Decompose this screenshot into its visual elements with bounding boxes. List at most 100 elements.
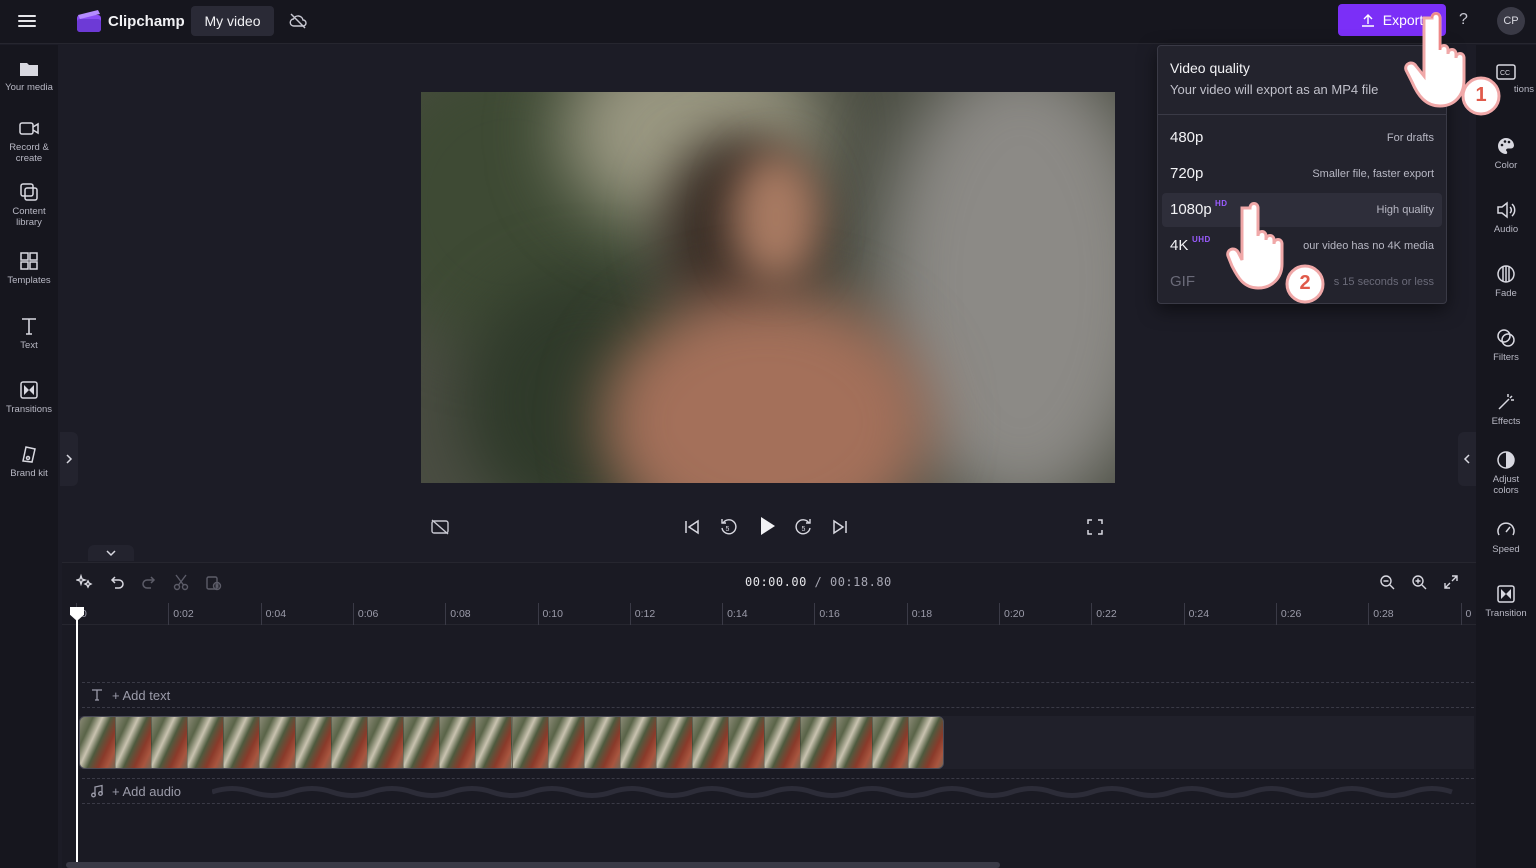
svg-text:5: 5	[802, 526, 806, 533]
skip-to-end-icon[interactable]	[828, 515, 852, 539]
sidebar-item-adjust-colors[interactable]: Adjust colors	[1476, 449, 1536, 496]
menu-icon[interactable]	[18, 12, 40, 32]
svg-text:5: 5	[726, 526, 730, 533]
redo-icon[interactable]	[138, 571, 160, 593]
expand-left-panel-button[interactable]	[60, 432, 78, 486]
current-time: 00:00.00	[745, 575, 807, 589]
clip-thumbnail	[260, 717, 297, 768]
clip-thumbnail	[476, 717, 513, 768]
total-time: 00:18.80	[829, 575, 892, 589]
sidebar-item-transition[interactable]: Transition	[1476, 583, 1536, 619]
sidebar-item-text[interactable]: Text	[0, 315, 58, 351]
clip-thumbnail	[800, 717, 837, 768]
sidebar-item-speed[interactable]: Speed	[1476, 519, 1536, 555]
audio-track[interactable]: + Add audio	[82, 778, 1474, 804]
sidebar-item-label: Color	[1494, 160, 1518, 171]
ruler-tick-label: 0:16	[819, 608, 840, 620]
sidebar-item-fade[interactable]: Fade	[1476, 263, 1536, 299]
video-clip[interactable]	[79, 716, 944, 769]
ruler-tick-label: 0:22	[1096, 608, 1117, 620]
option-resolution: GIF	[1170, 273, 1195, 290]
skip-to-start-icon[interactable]	[680, 515, 704, 539]
ruler-tick: 0:18	[906, 603, 932, 625]
video-preview[interactable]	[421, 92, 1115, 483]
fullscreen-icon[interactable]	[1083, 515, 1107, 539]
sidebar-item-record-create[interactable]: Record & create	[0, 119, 58, 164]
sidebar-item-effects[interactable]: Effects	[1476, 391, 1536, 427]
ruler-tick: 0:16	[814, 603, 840, 625]
zoom-in-icon[interactable]	[1408, 571, 1430, 593]
speaker-icon	[1497, 201, 1516, 219]
ruler-tick: 0:26	[1275, 603, 1301, 625]
clip-thumbnail	[548, 717, 585, 768]
sidebar-item-label: Your media	[5, 82, 53, 93]
sidebar-item-label: Audio	[1493, 224, 1519, 235]
play-icon[interactable]	[755, 514, 779, 538]
quality-option-720p[interactable]: 720p Smaller file, faster export	[1162, 157, 1442, 191]
ruler-tick-label: 0:10	[542, 608, 563, 620]
sidebar-item-label: Record & create	[9, 142, 49, 164]
option-resolution: 720p	[1170, 165, 1204, 182]
ruler-tick: 0:08	[445, 603, 471, 625]
ruler-tick-label: 0:08	[450, 608, 471, 620]
clip-thumbnail	[584, 717, 621, 768]
clip-thumbnail	[728, 717, 765, 768]
sidebar-item-label: Content library	[12, 206, 46, 228]
forward-5-icon[interactable]: 5	[792, 515, 816, 539]
menu-subtitle: Your video will export as an MP4 file	[1170, 82, 1379, 97]
ruler-tick-label: 0:28	[1373, 608, 1394, 620]
timeline-ruler[interactable]: 0 0:02 0:04 0:06 0:08 0:10 0:12 0:14 0:16 0:18 0:2…	[62, 603, 1476, 625]
clip-thumbnail	[332, 717, 369, 768]
sidebar-item-content-library[interactable]: Content library	[0, 181, 58, 228]
toggle-timeline-button[interactable]	[88, 545, 134, 561]
zoom-out-icon[interactable]	[1376, 571, 1398, 593]
templates-icon	[20, 252, 38, 270]
sidebar-item-your-media[interactable]: Your media	[0, 59, 58, 93]
speedometer-icon	[1497, 522, 1515, 536]
sidebar-item-filters[interactable]: Filters	[1476, 327, 1536, 363]
rewind-5-icon[interactable]: 5	[716, 515, 740, 539]
text-track[interactable]: + Add text	[82, 682, 1474, 708]
ruler-tick-label: 0:04	[265, 608, 287, 620]
option-resolution: 480p	[1170, 129, 1204, 146]
sidebar-item-label: Adjust colors	[1492, 474, 1520, 496]
project-title[interactable]: My video	[191, 6, 274, 36]
camera-icon	[19, 122, 39, 135]
sidebar-item-templates[interactable]: Templates	[0, 250, 58, 286]
timeline-scrollbar[interactable]	[66, 862, 1000, 868]
sidebar-item-brand-kit[interactable]: Brand kit	[0, 443, 58, 479]
filters-icon	[1497, 329, 1515, 347]
collapse-right-panel-button[interactable]	[1458, 432, 1476, 486]
chevron-down-icon	[106, 550, 116, 557]
clipchamp-logo-icon	[76, 9, 102, 33]
clip-thumbnail	[764, 717, 801, 768]
sidebar-item-audio[interactable]: Audio	[1476, 199, 1536, 235]
sidebar-item-color[interactable]: Color	[1476, 135, 1536, 171]
uhd-badge: UHD	[1192, 235, 1211, 244]
clip-thumbnail	[116, 717, 153, 768]
ruler-tick-label: 0:18	[911, 608, 933, 620]
clip-thumbnail	[656, 717, 693, 768]
cloud-off-icon[interactable]	[288, 11, 308, 31]
playhead[interactable]	[76, 610, 78, 868]
magic-tool-icon[interactable]	[74, 571, 96, 593]
quality-option-480p[interactable]: 480p For drafts	[1162, 121, 1442, 155]
hide-preview-icon[interactable]	[428, 515, 452, 539]
ruler-tick: 0:28	[1368, 603, 1394, 625]
ruler-tick-label: 0:24	[1188, 608, 1210, 620]
text-icon	[92, 689, 102, 701]
sidebar-item-label: Effects	[1491, 416, 1521, 427]
clip-thumbnail	[836, 717, 873, 768]
fit-timeline-icon[interactable]	[1440, 571, 1462, 593]
palette-icon	[1498, 137, 1514, 154]
ruler-tick: 0:02	[168, 603, 194, 625]
undo-icon[interactable]	[106, 571, 128, 593]
option-description: s 15 seconds or less	[1333, 276, 1434, 288]
ruler-tick: 0:14	[722, 603, 748, 625]
sidebar-item-transitions[interactable]: Transitions	[0, 379, 58, 415]
cut-icon[interactable]	[170, 571, 192, 593]
delete-icon[interactable]	[202, 571, 224, 593]
top-bar: Clipchamp My video Export ? CP	[0, 0, 1536, 44]
sidebar-item-label: Brand kit	[10, 468, 48, 479]
clip-thumbnail	[620, 717, 657, 768]
